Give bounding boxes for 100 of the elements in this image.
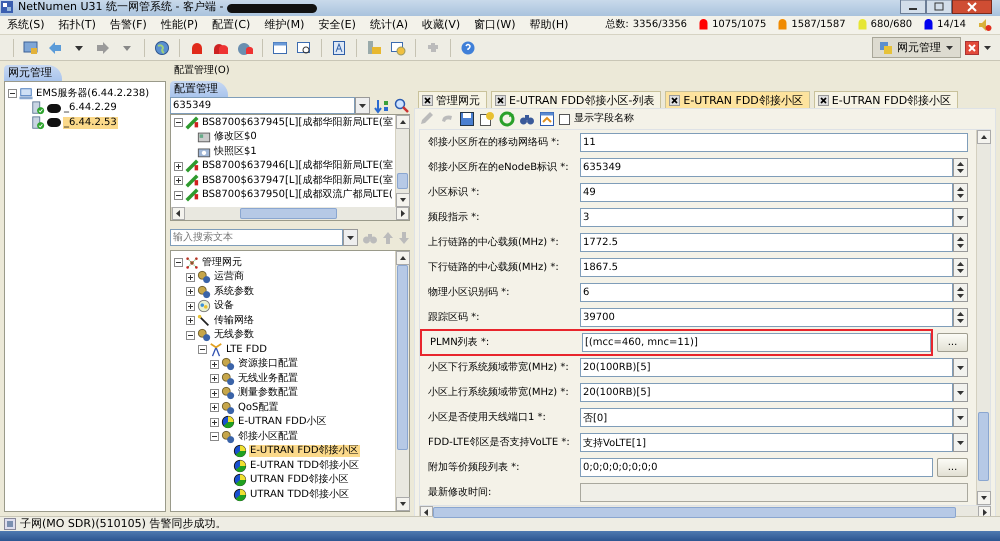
editor-tab[interactable]: E-UTRAN FDD邻接小区 [814,91,958,108]
window-icon[interactable] [272,40,288,56]
editor-tab[interactable]: E-UTRAN FDD邻接小区 [665,91,810,108]
spinner-arrows-icon[interactable] [953,283,968,302]
editor-tab[interactable]: 管理网元 [418,91,487,108]
scroll-thumb[interactable] [433,507,956,518]
close-button[interactable] [952,0,992,14]
collapse-icon[interactable] [198,345,207,354]
tree-item[interactable]: BS8700$637946[L][成都华阳新局LTE(室 [201,160,394,172]
spinner-arrows-icon[interactable] [953,258,968,278]
spinner-arrows-icon[interactable] [953,233,968,252]
dropdown-field[interactable]: 20(100RB)[5] [580,383,953,402]
input-field[interactable]: 0;0;0;0;0;0;0;0 [580,458,933,478]
close-icon[interactable] [495,94,506,106]
close-icon[interactable] [669,94,680,106]
window-search-icon[interactable] [296,40,312,56]
sort-icon[interactable] [374,98,390,114]
checkbox-icon[interactable] [559,114,570,125]
scrollbar[interactable] [171,207,409,220]
panel-tab[interactable]: 网元管理 [4,65,62,82]
help-icon[interactable] [460,40,476,56]
expand-icon[interactable] [210,418,219,427]
menu-item[interactable]: 告警(F) [102,18,154,32]
scrollbar[interactable] [419,506,991,520]
tree-item[interactable]: _6.44.2.29 [63,102,118,114]
expand-icon[interactable] [174,176,183,186]
tree-item[interactable]: 修改区$0 [213,131,258,144]
input-field[interactable]: [(mcc=460, mnc=11)] [582,333,931,352]
expand-icon[interactable] [186,316,195,326]
dropdown-field[interactable]: 20(100RB)[5] [580,358,953,378]
tree-item[interactable]: 设备 [213,300,235,312]
menu-item[interactable]: 统计(A) [362,18,416,32]
tree-item[interactable]: BS8700$637945[L][成都华阳新局LTE(室 [201,116,394,129]
menu-item[interactable]: 安全(E) [311,18,363,32]
menu-item[interactable]: 收藏(V) [415,18,468,32]
menu-item[interactable]: 窗口(W) [467,18,523,32]
tree-item[interactable]: EMS服务器(6.44.2.238) [35,88,150,100]
tree-item[interactable]: 系统参数 [213,286,255,298]
speaker-muted-icon[interactable] [978,18,992,32]
number-field[interactable]: 6 [580,283,953,302]
tree-item[interactable]: 无线业务配置 [237,372,299,385]
dropdown-field[interactable]: 否[0] [580,408,953,428]
window-home-icon[interactable] [539,111,555,128]
expand-icon[interactable] [186,302,195,311]
spinner-arrows-icon[interactable] [953,158,968,178]
text-document-icon[interactable] [331,40,347,56]
number-field[interactable]: 1867.5 [580,258,953,278]
scroll-thumb[interactable] [978,412,989,481]
dropdown-field[interactable]: 3 [580,208,953,228]
expand-icon[interactable] [186,287,195,296]
menu-item[interactable]: 拓扑(T) [52,18,103,32]
expand-icon[interactable] [210,374,219,384]
dropdown-field[interactable]: 支持VoLTE[1] [580,433,953,452]
browse-button[interactable]: ... [937,458,968,478]
number-field[interactable]: 1772.5 [580,233,953,252]
tree-item[interactable]: _6.44.2.53 [63,116,118,129]
menu-item[interactable]: 维护(M) [257,18,312,32]
scroll-thumb[interactable] [240,208,337,220]
expand-icon[interactable] [210,403,219,412]
tree-item[interactable]: UTRAN FDD邻接小区 [249,474,350,486]
browse-button[interactable]: ... [937,333,968,352]
panel-tab[interactable]: 配置管理 [170,81,228,98]
menu-item[interactable]: 系统(S) [0,18,52,32]
tree-item[interactable]: 无线参数 [213,329,255,342]
tree-item[interactable]: 传输网络 [213,314,255,327]
collapse-icon[interactable] [210,432,219,442]
collapse-icon[interactable] [174,118,183,128]
collapse-icon[interactable] [8,89,17,98]
search-icon[interactable] [394,98,410,114]
show-field-names-checkbox[interactable]: 显示字段名称 [559,113,634,126]
number-field[interactable]: 39700 [580,308,953,328]
tree-item[interactable]: BS8700$637950[L][成都双流广都局LTE( [201,189,394,202]
tree-item[interactable]: 管理网元 [201,256,243,269]
scroll-thumb[interactable] [397,265,408,450]
spinner-arrows-icon[interactable] [953,183,968,202]
collapse-icon[interactable] [174,190,183,200]
scrollbar[interactable] [395,251,409,511]
tree-item[interactable]: LTE FDD [225,344,268,356]
tree-item[interactable]: 邻接小区配置 [237,430,299,443]
expand-icon[interactable] [210,360,219,369]
filter-field[interactable]: 635349 [170,97,355,114]
collapse-icon[interactable] [186,330,195,340]
menu-item[interactable]: 帮助(H) [522,18,576,32]
lock-screen-icon[interactable] [23,40,39,56]
close-icon[interactable] [422,94,433,106]
close-perspective-icon[interactable] [965,40,979,55]
spinner-arrows-icon[interactable] [953,308,968,328]
tree-item[interactable]: E-UTRAN TDD邻接小区 [249,460,360,472]
tree-item[interactable]: 快照区$1 [213,146,258,158]
tree-item[interactable]: E-UTRAN FDD小区 [237,416,328,428]
number-field[interactable]: 49 [580,183,953,202]
search-field[interactable]: 输入搜索文本 [170,229,343,246]
globe-icon[interactable] [154,40,170,56]
expand-icon[interactable] [174,162,183,171]
perspective-button[interactable]: 网元管理 [872,37,961,58]
editor-tab[interactable]: E-UTRAN FDD邻接小区-列表 [491,91,662,108]
tree-item[interactable]: E-UTRAN FDD邻接小区 [249,445,360,458]
tree-item[interactable]: 运营商 [213,271,245,284]
tree-item[interactable]: 测量参数配置 [237,387,299,400]
scroll-thumb[interactable] [397,172,408,189]
